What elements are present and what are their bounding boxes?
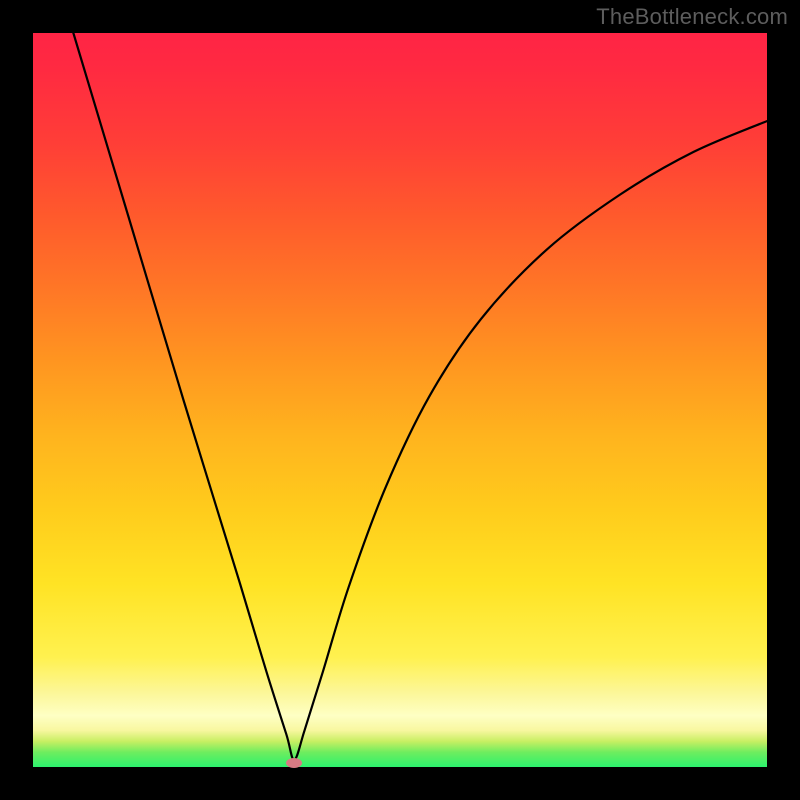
valley-marker [286,758,302,768]
bottleneck-curve [33,33,767,767]
curve-path [73,33,767,760]
watermark-text: TheBottleneck.com [596,4,788,30]
chart-frame: TheBottleneck.com [0,0,800,800]
